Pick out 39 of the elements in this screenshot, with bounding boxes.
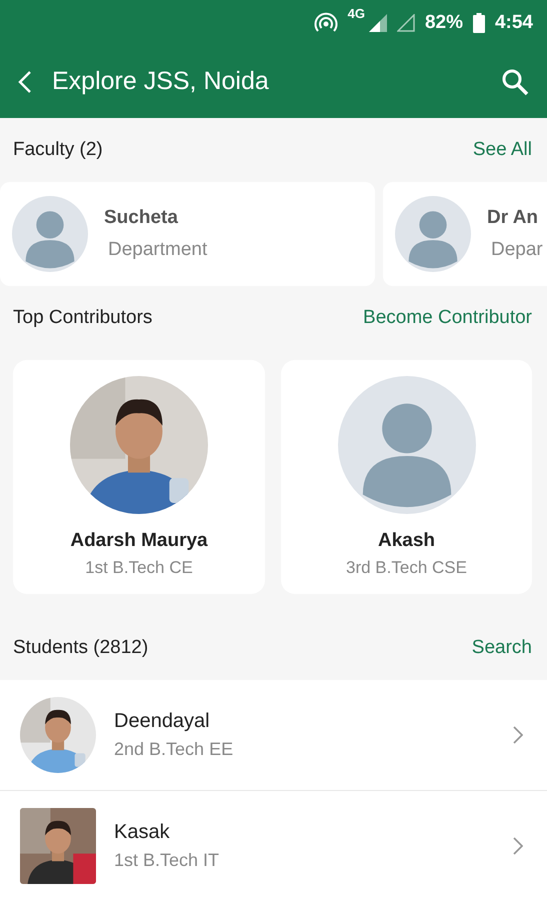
avatar-icon (12, 196, 88, 272)
back-icon[interactable] (18, 70, 32, 94)
section-title: Faculty (2) (13, 139, 103, 161)
section-title: Top Contributors (13, 307, 152, 329)
student-course: 2nd B.Tech EE (114, 739, 234, 760)
section-link[interactable]: Search (472, 637, 532, 659)
faculty-department: Department (108, 239, 208, 261)
avatar-icon (338, 376, 476, 514)
faculty-department: Depar (491, 239, 543, 261)
student-row[interactable]: Deendayal 2nd B.Tech EE (0, 680, 547, 791)
faculty-name: Dr An (487, 207, 540, 229)
chevron-icon (513, 726, 523, 744)
hotspot-icon (314, 12, 338, 34)
battery-icon (472, 12, 485, 32)
contributor-course: 1st B.Tech CE (85, 558, 193, 578)
student-course: 1st B.Tech IT (114, 850, 220, 871)
battery-level: 82% (424, 12, 463, 34)
search-icon[interactable] (501, 68, 529, 96)
faculty-card[interactable]: Sucheta Department (0, 182, 375, 286)
network-label: 4G (348, 6, 365, 21)
clock: 4:54 (494, 12, 533, 34)
page-title: Explore JSS, Noida (52, 67, 270, 96)
signal-icon (396, 14, 415, 32)
contributor-card[interactable]: Akash 3rd B.Tech CSE (281, 360, 532, 594)
faculty-card[interactable]: Dr An Depar (383, 182, 547, 286)
contributor-name: Adarsh Maurya (70, 530, 208, 552)
section-link[interactable]: Become Contributor (363, 307, 532, 329)
chevron-icon (513, 837, 523, 855)
section-title: Students (2812) (13, 637, 148, 659)
avatar-icon (395, 196, 471, 272)
student-row[interactable]: Kasak 1st B.Tech IT (0, 791, 547, 900)
contributor-name: Akash (378, 530, 436, 552)
contributor-card[interactable]: Adarsh Maurya 1st B.Tech CE (13, 360, 265, 594)
faculty-name: Sucheta (104, 207, 179, 229)
section-link[interactable]: See All (472, 139, 532, 161)
student-name: Kasak (114, 821, 171, 844)
signal-icon (368, 14, 387, 32)
contributor-course: 3rd B.Tech CSE (346, 558, 467, 578)
student-name: Deendayal (114, 710, 211, 733)
